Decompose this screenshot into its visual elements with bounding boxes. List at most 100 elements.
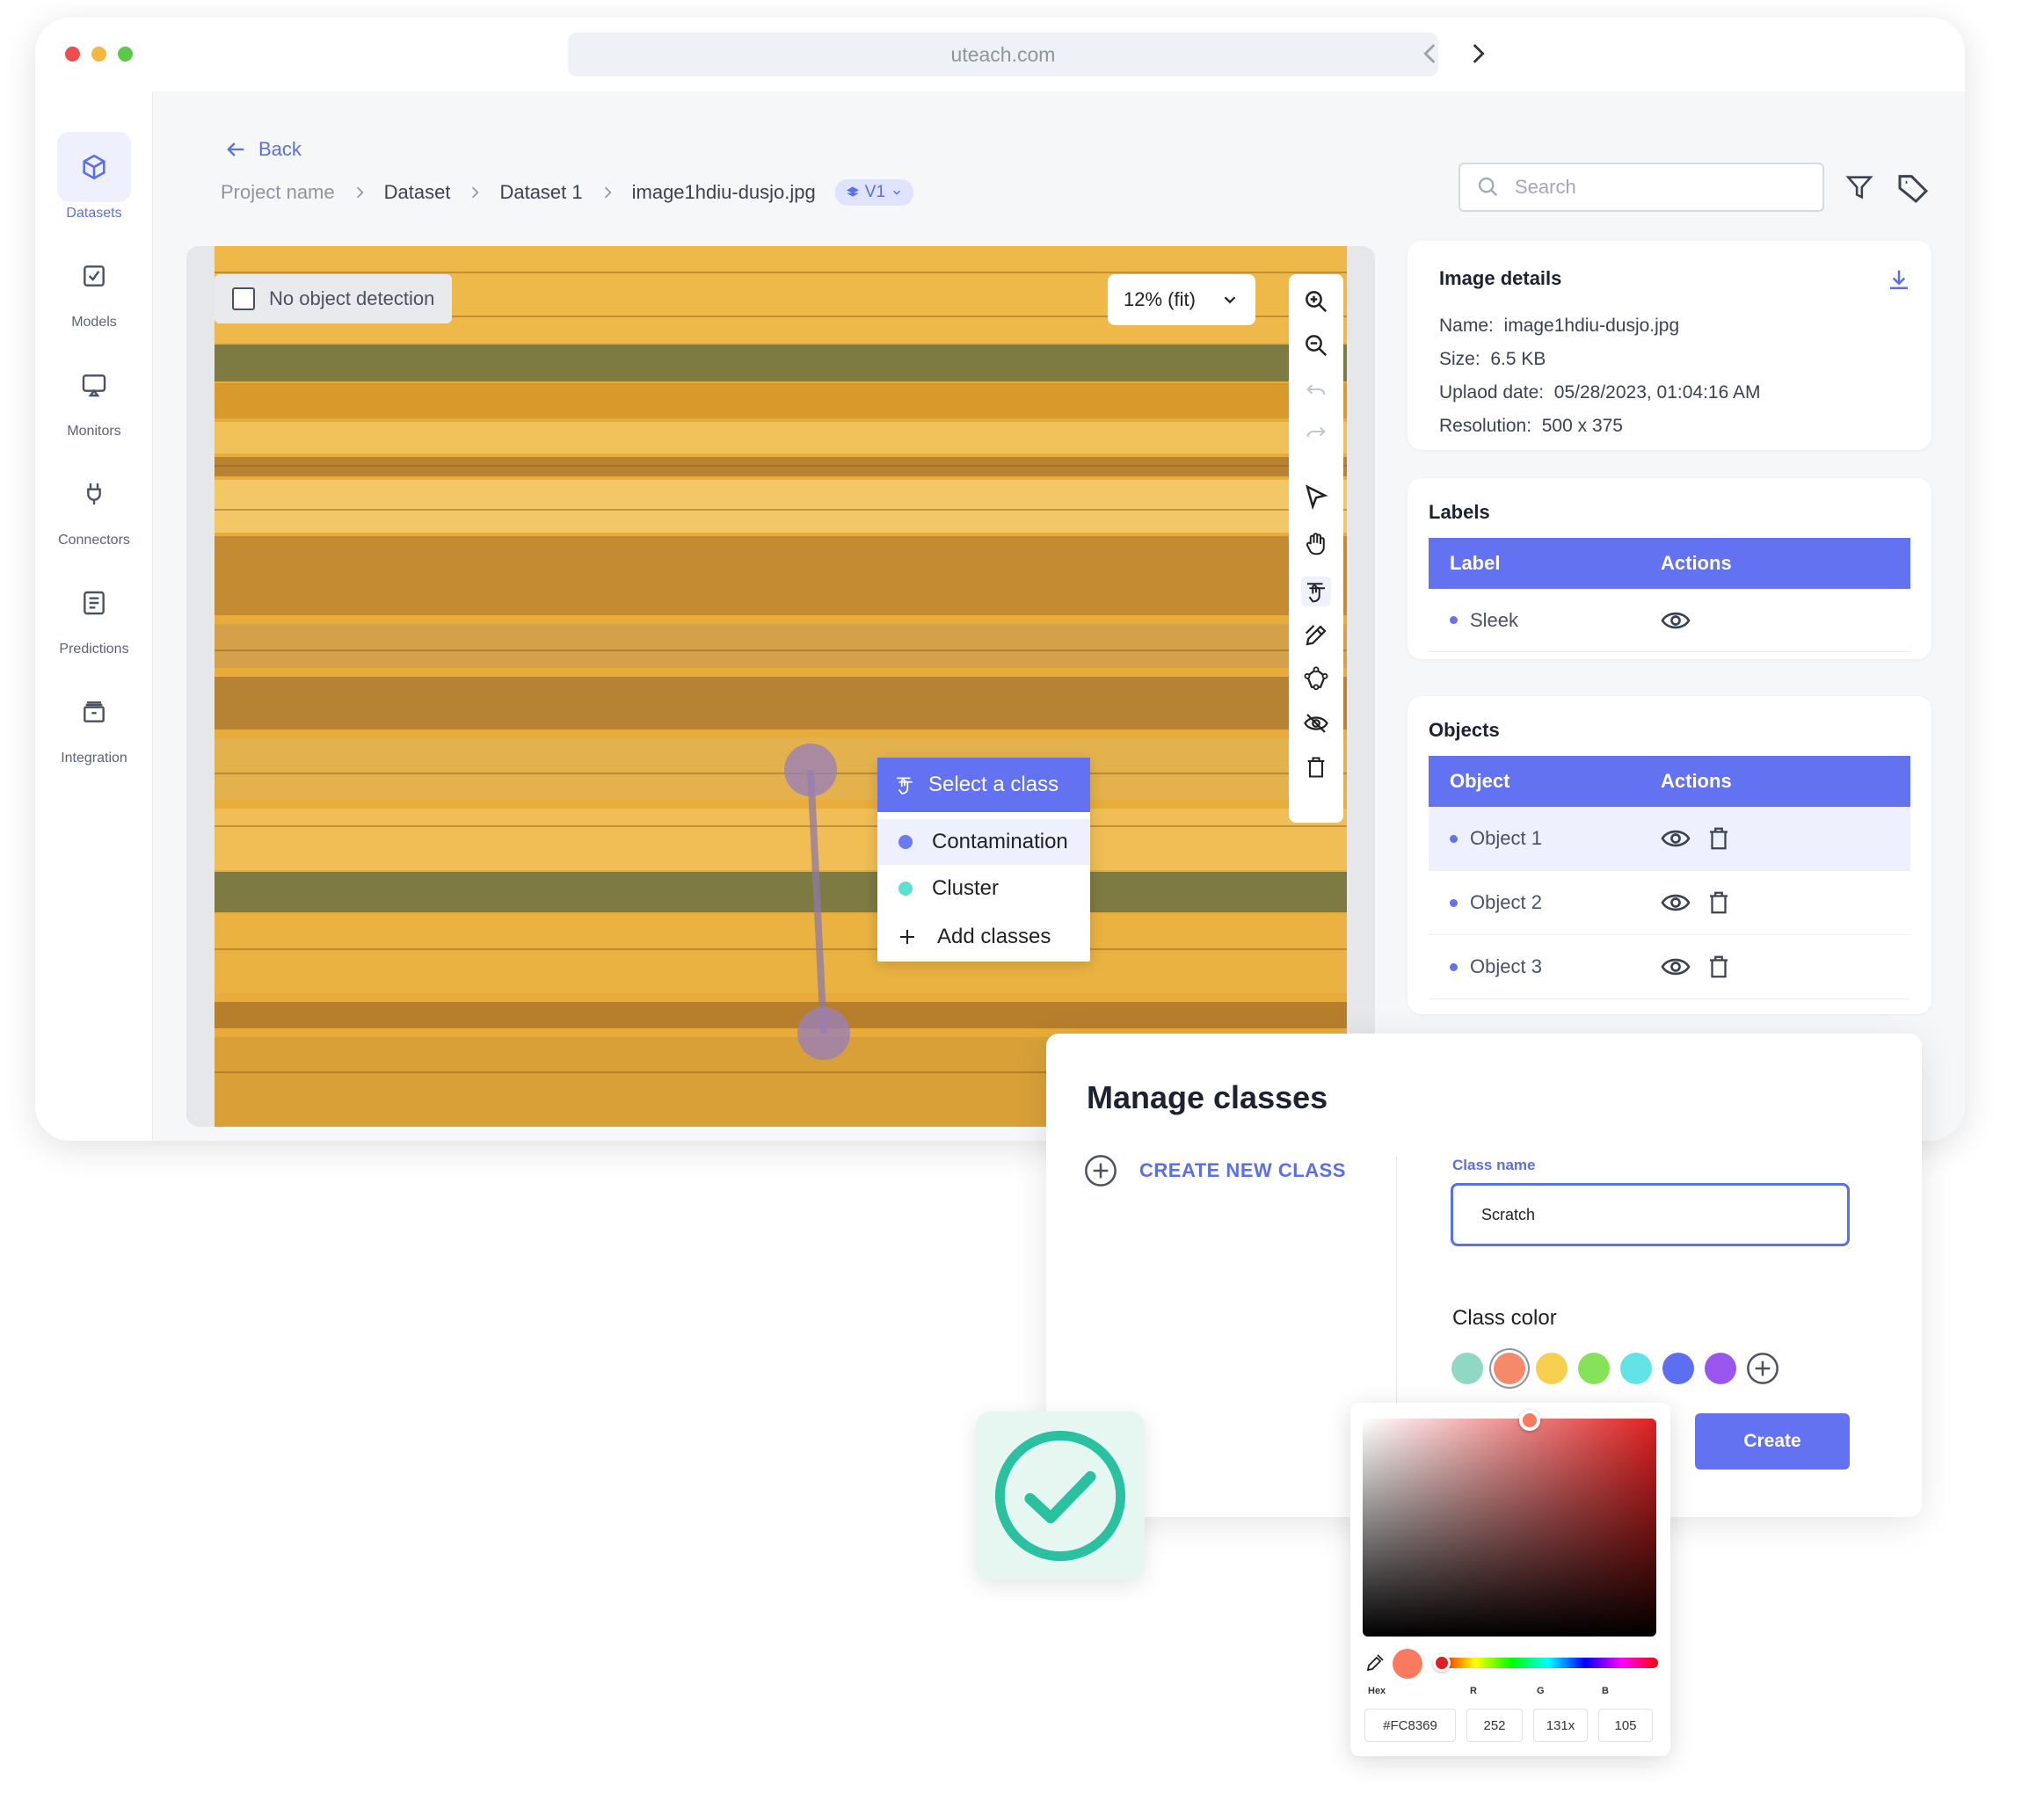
zoom-select[interactable]: 12% (fit)	[1108, 274, 1255, 325]
sidebar-item-label: Integration	[61, 751, 127, 766]
swatch-blue[interactable]	[1662, 1353, 1694, 1384]
document-list-icon	[57, 568, 131, 638]
detection-toggle[interactable]: No object detection	[215, 274, 453, 323]
detection-checkbox[interactable]	[232, 287, 255, 310]
b-input[interactable]: 105	[1598, 1709, 1653, 1742]
r-input[interactable]: 252	[1466, 1709, 1523, 1742]
label-row[interactable]: Sleek	[1429, 589, 1910, 652]
add-color-icon[interactable]	[1745, 1351, 1780, 1386]
sidebar-item-monitors[interactable]: Monitors	[35, 350, 153, 439]
saturation-handle[interactable]	[1519, 1410, 1540, 1431]
class-color-dot	[898, 835, 913, 849]
sidebar-item-datasets[interactable]: Datasets	[35, 132, 153, 221]
title-bar: uteach.com	[35, 18, 1965, 91]
create-button[interactable]: Create	[1695, 1413, 1850, 1470]
redo-icon[interactable]	[1301, 417, 1331, 446]
sidebar-item-label: Datasets	[66, 206, 122, 221]
hand-icon[interactable]	[1301, 529, 1331, 559]
swatch-teal[interactable]	[1451, 1353, 1483, 1384]
chevron-right-icon	[472, 186, 479, 199]
hue-handle[interactable]	[1433, 1654, 1451, 1672]
sidebar-item-integration[interactable]: Integration	[35, 677, 153, 766]
swatch-cyan[interactable]	[1620, 1353, 1652, 1384]
class-color-dot	[898, 882, 913, 896]
search-input[interactable]: Search	[1458, 163, 1824, 212]
browser-window: uteach.com Datasets Models Monitors Conn…	[35, 18, 1965, 1141]
tag-icon[interactable]	[1895, 171, 1931, 206]
nav-back-arrow-icon[interactable]	[1415, 39, 1445, 69]
swatch-yellow[interactable]	[1536, 1353, 1568, 1384]
eye-icon[interactable]	[1660, 605, 1691, 636]
add-classes-item[interactable]: Add classes	[877, 912, 1090, 962]
hue-slider[interactable]	[1438, 1658, 1658, 1668]
image-details-title: Image details	[1439, 267, 1562, 289]
minimize-dot[interactable]	[91, 47, 106, 62]
success-card	[976, 1412, 1145, 1580]
breadcrumb-project[interactable]: Project name	[221, 181, 335, 204]
b-label: B	[1602, 1686, 1609, 1696]
trash-icon[interactable]	[1706, 889, 1732, 916]
polygon-icon[interactable]	[1301, 664, 1331, 694]
saturation-area[interactable]	[1363, 1419, 1656, 1637]
breadcrumb-dataset[interactable]: Dataset	[384, 181, 451, 204]
back-link[interactable]: Back	[223, 137, 302, 162]
arrow-left-icon	[227, 142, 244, 156]
address-bar[interactable]: uteach.com	[568, 33, 1438, 76]
breadcrumb: Project name Dataset Dataset 1 image1hdi…	[221, 179, 914, 206]
image-canvas[interactable]: No object detection 12% (fit) Select a c…	[186, 246, 1375, 1127]
sidebar-item-connectors[interactable]: Connectors	[35, 459, 153, 548]
sidebar-item-predictions[interactable]: Predictions	[35, 568, 153, 657]
sidebar-item-label: Connectors	[58, 533, 130, 548]
sidebar-item-label: Monitors	[67, 424, 121, 439]
class-option-contamination[interactable]: Contamination	[877, 819, 1090, 865]
check-circle-icon	[994, 1430, 1126, 1562]
chevron-down-icon	[1224, 296, 1236, 304]
eye-icon[interactable]	[1660, 823, 1691, 854]
trash-icon[interactable]	[1706, 954, 1732, 980]
zoom-in-icon[interactable]	[1301, 287, 1331, 316]
class-name-label: Class name	[1452, 1157, 1536, 1173]
trash-icon[interactable]	[1706, 825, 1732, 852]
g-label: G	[1537, 1686, 1545, 1696]
eye-icon[interactable]	[1660, 887, 1691, 918]
pointer-icon[interactable]	[1301, 482, 1331, 512]
detail-upload-date: Uplaod date: 05/28/2023, 01:04:16 AM	[1439, 382, 1761, 403]
class-option-cluster[interactable]: Cluster	[877, 865, 1090, 912]
hex-input[interactable]: #FC8369	[1364, 1709, 1456, 1742]
version-badge[interactable]: V1	[834, 179, 914, 206]
zoom-out-icon[interactable]	[1301, 330, 1331, 360]
brush-select-icon[interactable]	[1301, 577, 1331, 606]
swatch-coral-selected[interactable]	[1494, 1353, 1525, 1384]
monitor-icon	[57, 350, 131, 420]
create-new-class-button[interactable]: CREATE NEW CLASS	[1083, 1153, 1346, 1188]
filter-icon[interactable]	[1844, 172, 1874, 202]
labels-table-header: Label Actions	[1429, 538, 1910, 589]
sidebar-item-models[interactable]: Models	[35, 241, 153, 330]
undo-icon[interactable]	[1301, 374, 1331, 404]
sidebar-item-label: Models	[71, 315, 117, 330]
eyedropper-icon[interactable]	[1364, 1652, 1386, 1673]
swatch-green[interactable]	[1578, 1353, 1610, 1384]
class-name-input[interactable]: Scratch	[1451, 1183, 1850, 1246]
trash-icon[interactable]	[1301, 752, 1331, 782]
class-color-label: Class color	[1452, 1306, 1557, 1330]
detail-resolution: Resolution: 500 x 375	[1439, 416, 1623, 436]
download-icon[interactable]	[1886, 267, 1912, 294]
object-row[interactable]: Object 3	[1429, 935, 1910, 999]
image-details-fields: Name: image1hdiu-dusjo.jpg Size: 6.5 KB …	[1439, 309, 1900, 443]
object-row[interactable]: Object 1	[1429, 807, 1910, 871]
close-dot[interactable]	[65, 47, 80, 62]
maximize-dot[interactable]	[118, 47, 133, 62]
swatch-purple[interactable]	[1705, 1353, 1736, 1384]
eye-icon[interactable]	[1660, 951, 1691, 983]
breadcrumb-dataset-1[interactable]: Dataset 1	[499, 181, 582, 204]
pen-icon[interactable]	[1301, 621, 1331, 650]
eye-off-icon[interactable]	[1301, 708, 1331, 738]
g-input[interactable]: 131x	[1533, 1709, 1588, 1742]
object-row[interactable]: Object 2	[1429, 871, 1910, 935]
main-area: Back Project name Dataset Dataset 1 imag…	[153, 91, 1965, 1141]
image-details-card: Image details Name: image1hdiu-dusjo.jpg…	[1408, 241, 1931, 450]
nav-forward-arrow-icon[interactable]	[1463, 39, 1493, 69]
brush-select-icon	[897, 777, 913, 795]
breadcrumb-image: image1hdiu-dusjo.jpg	[631, 181, 816, 203]
